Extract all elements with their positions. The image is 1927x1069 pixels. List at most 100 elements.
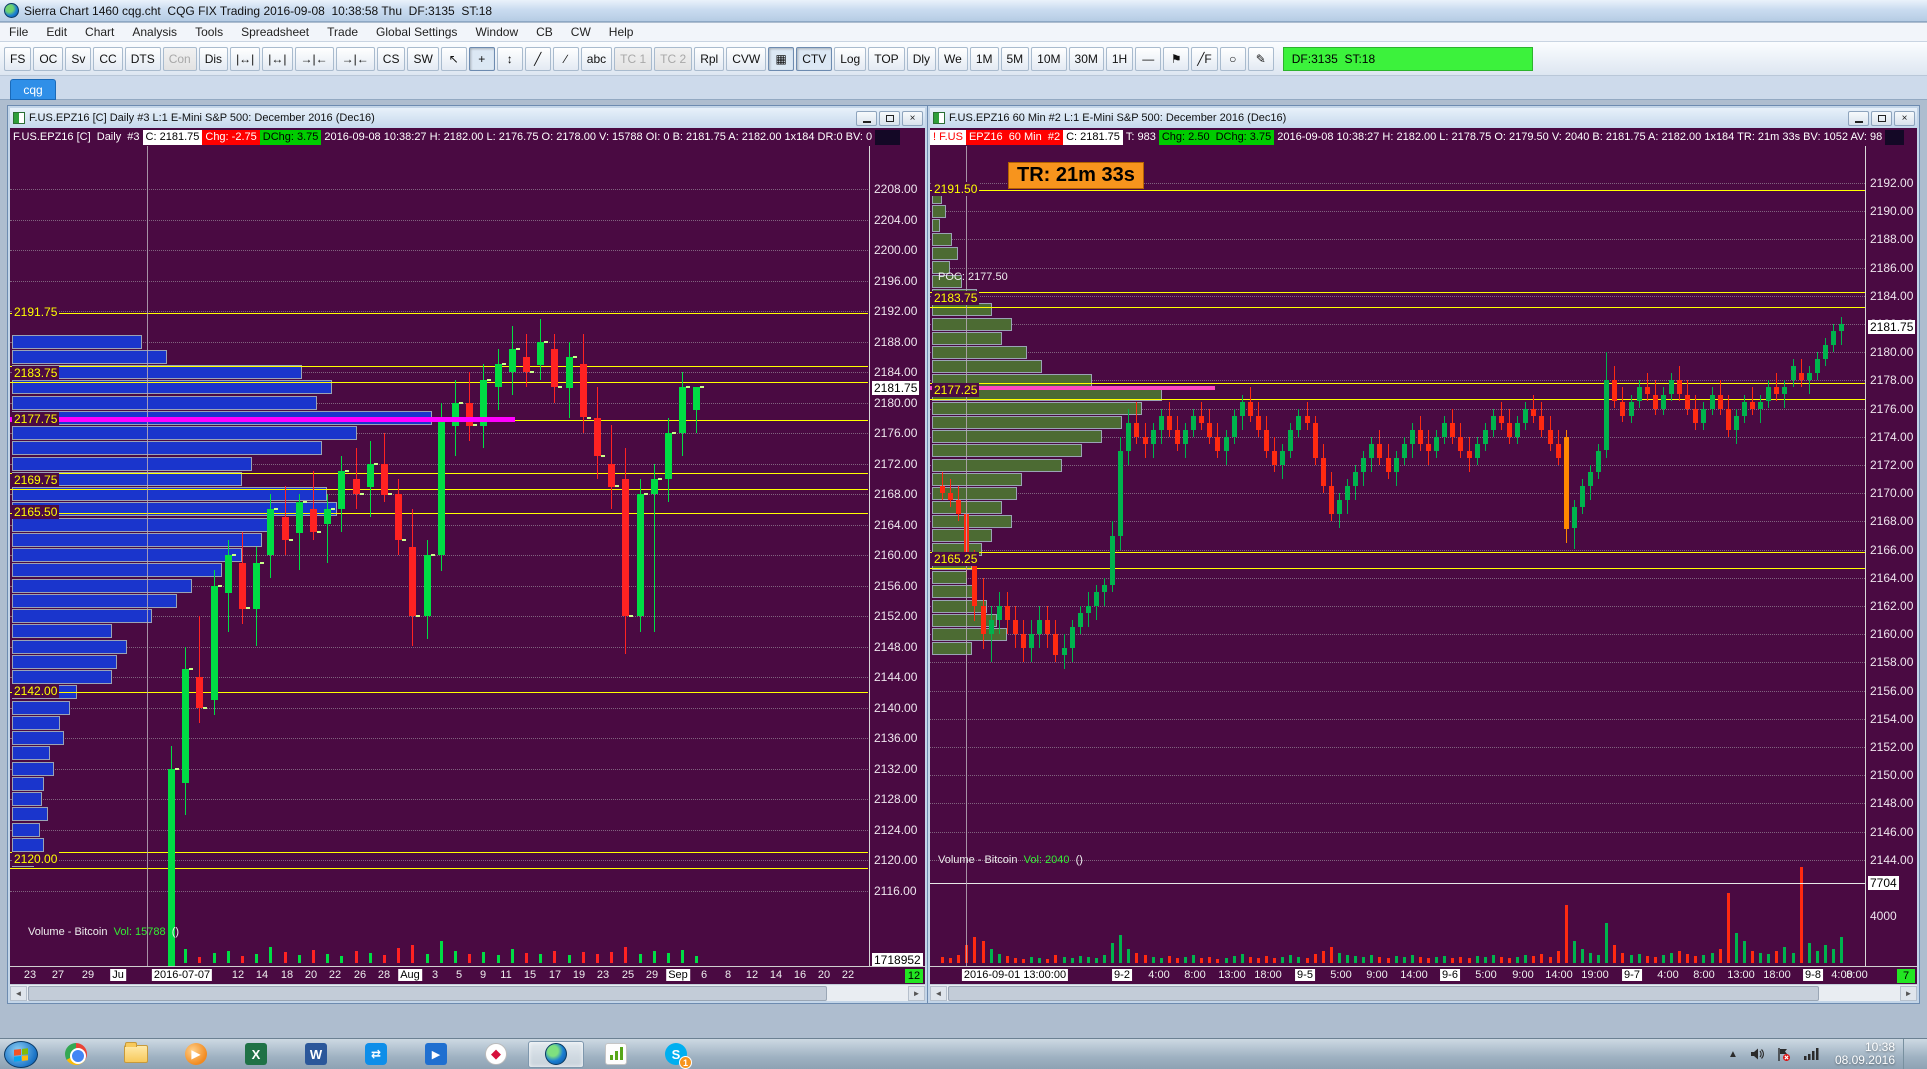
time-tick-label: 2016-09-01 13:00:00 (961, 969, 1069, 981)
sierra-chart-icon (545, 1043, 567, 1065)
sw-button[interactable]: SW (407, 46, 439, 71)
show-desktop-button[interactable] (1903, 1039, 1913, 1069)
restore-button[interactable] (879, 110, 900, 126)
menu-file[interactable]: File (0, 24, 37, 40)
ray-tool-button[interactable]: ∕ (552, 46, 579, 71)
menu-spreadsheet[interactable]: Spreadsheet (232, 24, 318, 40)
volume-profile-bar (12, 716, 60, 730)
ctv-button[interactable]: CTV (796, 46, 833, 71)
menu-trade[interactable]: Trade (318, 24, 367, 40)
fit-width-button[interactable]: |↔| (230, 46, 261, 71)
restore-button[interactable] (1871, 110, 1892, 126)
trendline-tool-button[interactable]: ╱ (524, 46, 551, 71)
study-flag-button[interactable]: ⚑ (1163, 46, 1190, 71)
speaker-icon[interactable] (1750, 1047, 1764, 1061)
horizontal-scrollbar[interactable]: ◄ ► (10, 984, 925, 1001)
tray-expand-icon[interactable]: ▲ (1728, 1049, 1738, 1060)
chart-window-title: F.US.EPZ16 [C] Daily #3 L:1 E-Mini S&P 5… (29, 112, 375, 124)
cvw-button[interactable]: CVW (726, 46, 767, 71)
oc-button[interactable]: OC (33, 46, 64, 71)
close-button[interactable]: × (902, 110, 923, 126)
taskbar-app-app-blue[interactable]: ▶ (408, 1041, 464, 1068)
taskbar-app-word[interactable]: W (288, 1041, 344, 1068)
taskbar-app-file-explorer[interactable] (108, 1041, 164, 1068)
taskbar-app-chrome[interactable] (48, 1041, 104, 1068)
1min-button[interactable]: 1M (969, 46, 999, 71)
scroll-right-arrow[interactable]: ► (908, 986, 925, 1001)
adjust-tool-button[interactable]: ↕ (496, 46, 523, 71)
close-button[interactable]: × (1894, 110, 1915, 126)
crosshair-tool-button[interactable]: + (468, 46, 495, 71)
tpo-button[interactable]: ▦ (768, 46, 795, 71)
daily-button[interactable]: Dly (906, 46, 937, 71)
candle-wick (1752, 387, 1753, 415)
scroll-left-arrow[interactable]: ◄ (930, 986, 947, 1001)
gridline (10, 220, 868, 221)
ellipse-tool-button[interactable]: ○ (1219, 46, 1246, 71)
10min-button[interactable]: 10M (1031, 46, 1067, 71)
minimize-button[interactable] (1848, 110, 1869, 126)
network-signal-icon[interactable] (1803, 1047, 1819, 1061)
scroll-left-arrow[interactable]: ◄ (10, 986, 27, 1001)
taskbar-app-app-diamond[interactable]: ◆ (468, 1041, 524, 1068)
menu-analysis[interactable]: Analysis (123, 24, 186, 40)
scrollbar-thumb[interactable] (948, 986, 1819, 1001)
study-f-button[interactable]: ╱F (1191, 46, 1218, 71)
taskbar-app-skype[interactable]: S1 (648, 1041, 704, 1069)
text-tool-button[interactable]: abc (580, 46, 613, 71)
chart-plot-area[interactable]: 2191.50 2183.75 2177.25 2165.25 TR: 21m 33s P… (930, 146, 1865, 966)
5min-button[interactable]: 5M (1000, 46, 1030, 71)
cc-button[interactable]: CC (93, 46, 123, 71)
dts-button[interactable]: DTS (124, 46, 161, 71)
candle-body (1361, 458, 1366, 472)
scrollbar-thumb[interactable] (28, 986, 827, 1001)
menu-cb[interactable]: CB (527, 24, 562, 40)
cs-button[interactable]: CS (376, 46, 406, 71)
dis-button[interactable]: Dis (198, 46, 229, 71)
chart-plot-area[interactable]: 2191.75 2183.75 2177.75 2169.75 2165.50 2142.… (10, 146, 868, 966)
taskbar-clock[interactable]: 10:38 08.09.2016 (1835, 1041, 1895, 1067)
time-axis[interactable]: 2016-09-01 13:00:00 9-2 4:00 8:00 13:00 18:00… (930, 966, 1917, 984)
volume-bar (1630, 955, 1633, 963)
price-scale[interactable]: 2192.002190.002188.002186.002184.002182.… (1865, 146, 1917, 966)
expand-button[interactable]: →|← (335, 46, 375, 71)
taskbar-app-teamviewer[interactable]: ⇄ (348, 1041, 404, 1068)
taskbar-app-media-player[interactable]: ▶ (168, 1041, 224, 1068)
action-center-flag-icon[interactable] (1776, 1047, 1791, 1062)
menu-help[interactable]: Help (600, 24, 643, 40)
taskbar-app-signal-app[interactable] (588, 1041, 644, 1068)
time-tick-label: 9:00 (1366, 969, 1388, 981)
taskbar-app-sierra-chart[interactable] (528, 1040, 584, 1068)
scroll-right-arrow[interactable]: ► (1900, 986, 1917, 1001)
menu-tools[interactable]: Tools (186, 24, 232, 40)
note-tool-button[interactable]: ✎ (1247, 46, 1274, 71)
candle-body (1005, 606, 1010, 620)
menu-global-settings[interactable]: Global Settings (367, 24, 466, 40)
sv-button[interactable]: Sv (65, 46, 92, 71)
horizontal-scrollbar[interactable]: ◄ ► (930, 984, 1917, 1001)
log-button[interactable]: Log (834, 46, 867, 71)
candle-body (282, 517, 289, 540)
tab-cqg[interactable]: cqg (10, 79, 56, 100)
hline-tool-button[interactable]: — (1135, 46, 1162, 71)
compress-button[interactable]: →|← (294, 46, 334, 71)
start-button[interactable] (4, 1040, 38, 1068)
pointer-tool-button[interactable]: ↖ (440, 46, 467, 71)
menu-cw[interactable]: CW (562, 24, 600, 40)
fs-button[interactable]: FS (4, 46, 32, 71)
minimize-button[interactable] (856, 110, 877, 126)
price-scale[interactable]: 2208.00 2204.00 2200.00 2196.00 2192.00 2188.… (869, 146, 925, 967)
fit-bars-button[interactable]: |↔| (262, 46, 293, 71)
top-button[interactable]: TOP (868, 46, 905, 71)
30min-button[interactable]: 30M (1068, 46, 1104, 71)
menu-window[interactable]: Window (466, 24, 527, 40)
time-axis[interactable]: 23 27 29 Ju 2016-07-07 12 14 18 20 22 26 28 Aug 3 5 9 11… (10, 966, 925, 984)
menu-chart[interactable]: Chart (76, 24, 123, 40)
rpl-button[interactable]: Rpl (694, 46, 725, 71)
taskbar-app-excel[interactable]: X (228, 1041, 284, 1068)
menu-edit[interactable]: Edit (37, 24, 76, 40)
skype-icon: S1 (665, 1043, 692, 1069)
volume-scale-label: 4000 (1870, 909, 1897, 923)
weekly-button[interactable]: We (938, 46, 968, 71)
1hour-button[interactable]: 1H (1105, 46, 1134, 71)
